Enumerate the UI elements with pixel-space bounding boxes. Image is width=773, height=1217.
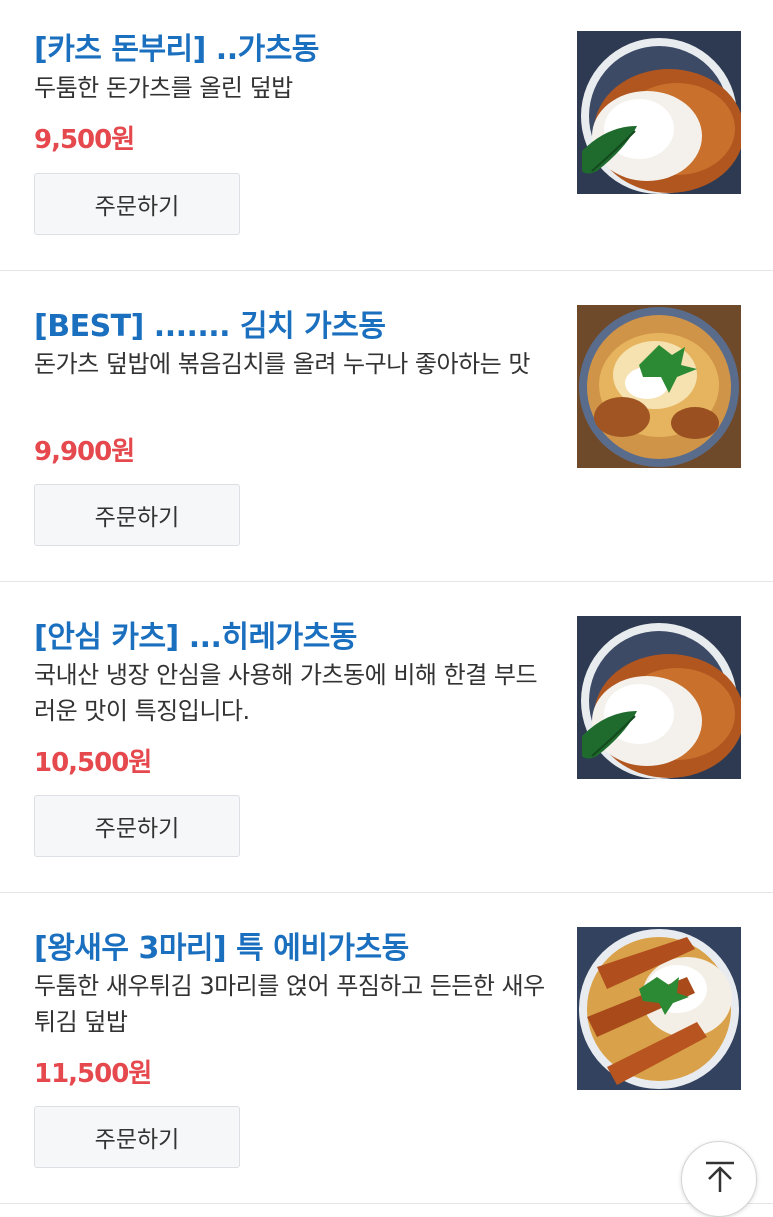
menu-item-photo[interactable] [577,31,741,194]
menu-item-price: 11,500원 [34,1059,152,1089]
menu-item[interactable]: [왕새우 3마리] 특 에비가츠동 두툼한 새우튀김 3마리를 얹어 푸짐하고 … [0,893,773,1204]
menu-item-title[interactable]: [BEST] ....... 김치 가츠동 [34,301,386,345]
menu-item[interactable]: [카츠 돈부리] ..가츠동 두툼한 돈가츠를 올린 덮밥 9,500원 주문하… [0,0,773,271]
menu-item-price: 9,900원 [34,437,135,467]
menu-item-photo[interactable] [577,305,741,468]
menu-item-price: 9,500원 [34,125,135,155]
menu-item-title[interactable]: [안심 카츠] ...히레가츠동 [34,612,357,656]
menu-item-description: 두툼한 새우튀김 3마리를 얹어 푸짐하고 든든한 새우튀김 덮밥 [34,972,545,1036]
menu-list: [카츠 돈부리] ..가츠동 두툼한 돈가츠를 올린 덮밥 9,500원 주문하… [0,0,773,1204]
menu-item-photo[interactable] [577,927,741,1090]
order-button[interactable]: 주문하기 [34,1106,240,1168]
order-button[interactable]: 주문하기 [34,173,240,235]
menu-item-photo[interactable] [577,616,741,779]
scroll-to-top-button[interactable] [681,1141,757,1217]
arrow-up-to-line-icon [706,1161,734,1192]
order-button[interactable]: 주문하기 [34,484,240,546]
order-button[interactable]: 주문하기 [34,795,240,857]
menu-item-description: 두툼한 돈가츠를 올린 덮밥 [34,74,293,102]
menu-item[interactable]: [안심 카츠] ...히레가츠동 국내산 냉장 안심을 사용해 가츠동에 비해 … [0,582,773,893]
menu-item-description: 돈가츠 덮밥에 볶음김치를 올려 누구나 좋아하는 맛 [34,350,530,378]
menu-item-title[interactable]: [왕새우 3마리] 특 에비가츠동 [34,923,409,967]
menu-item-price: 10,500원 [34,748,152,778]
menu-item-description: 국내산 냉장 안심을 사용해 가츠동에 비해 한결 부드러운 맛이 특징입니다. [34,661,538,725]
menu-item-title[interactable]: [카츠 돈부리] ..가츠동 [34,24,319,68]
menu-item[interactable]: [BEST] ....... 김치 가츠동 돈가츠 덮밥에 볶음김치를 올려 누… [0,271,773,582]
